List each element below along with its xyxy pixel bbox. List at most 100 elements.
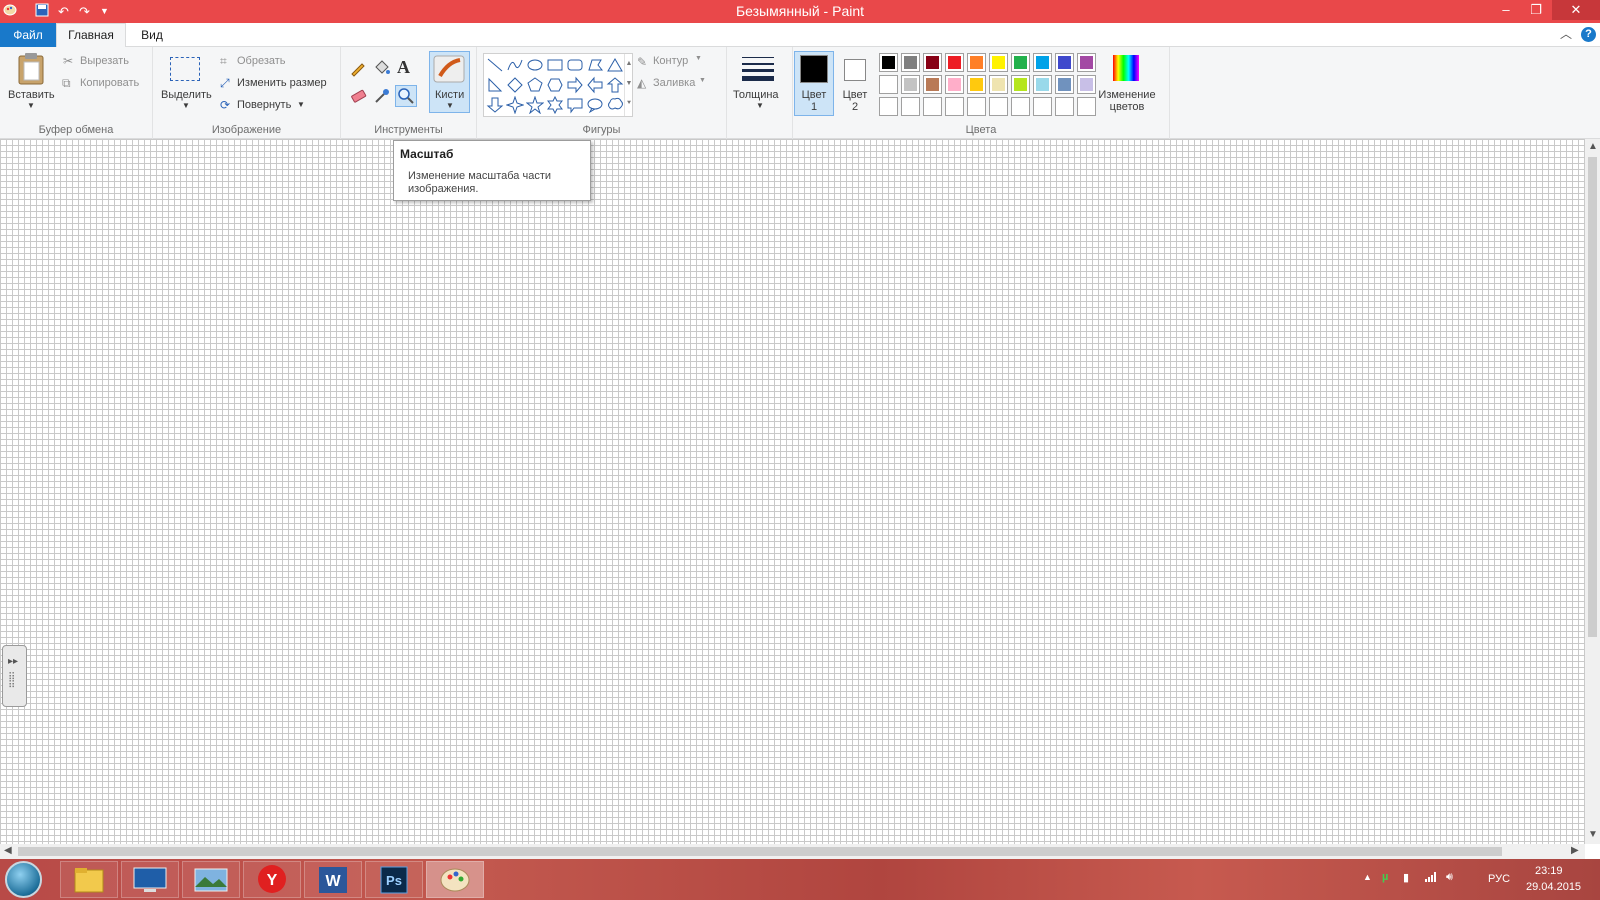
photoshop-taskbar-icon[interactable]: Ps — [365, 861, 423, 898]
paste-icon[interactable] — [15, 52, 47, 89]
minimize-button[interactable]: ‒ — [1492, 0, 1520, 20]
scroll-down-icon[interactable]: ▼ — [1588, 829, 1598, 840]
scroll-up-icon[interactable]: ▲ — [1588, 141, 1598, 152]
palette-color-swatch[interactable] — [989, 75, 1008, 94]
word-taskbar-icon[interactable]: W — [304, 861, 362, 898]
palette-color-swatch[interactable] — [1011, 53, 1030, 72]
clock-date[interactable]: 29.04.2015 — [1526, 881, 1581, 893]
size-dropdown-icon[interactable]: ▼ — [756, 101, 764, 110]
line-shape-icon[interactable] — [486, 56, 504, 74]
tab-view[interactable]: Вид — [130, 23, 174, 47]
palette-color-swatch[interactable] — [945, 53, 964, 72]
tab-home[interactable]: Главная — [56, 23, 126, 48]
left-arrow-shape-icon[interactable] — [586, 76, 604, 94]
edit-colors-button[interactable]: Изменение цветов — [1097, 89, 1157, 113]
shapes-scroll[interactable]: ▲ ▼ ⯆ — [624, 54, 633, 116]
explorer-taskbar-icon[interactable] — [60, 861, 118, 898]
pentagon-shape-icon[interactable] — [526, 76, 544, 94]
outline-button[interactable]: Контур — [653, 55, 688, 67]
horizontal-scrollbar[interactable]: ◀ ▶ — [0, 844, 1585, 859]
palette-color-swatch[interactable] — [1055, 53, 1074, 72]
yandex-browser-taskbar-icon[interactable]: Y — [243, 861, 301, 898]
resize-button[interactable]: Изменить размер — [237, 77, 327, 89]
palette-empty-swatch[interactable] — [1033, 97, 1052, 116]
polygon-shape-icon[interactable] — [586, 56, 604, 74]
utorrent-tray-icon[interactable]: µ — [1382, 871, 1388, 883]
eraser-icon[interactable] — [349, 87, 367, 108]
diamond-shape-icon[interactable] — [506, 76, 524, 94]
palette-color-swatch[interactable] — [945, 75, 964, 94]
magnifier-icon[interactable] — [395, 85, 417, 107]
palette-empty-swatch[interactable] — [967, 97, 986, 116]
palette-color-swatch[interactable] — [967, 75, 986, 94]
six-point-star-shape-icon[interactable] — [546, 96, 564, 114]
vertical-scroll-thumb[interactable] — [1588, 157, 1597, 637]
palette-color-swatch[interactable] — [1011, 75, 1030, 94]
color-picker-icon[interactable] — [373, 87, 391, 108]
palette-color-swatch[interactable] — [923, 75, 942, 94]
horizontal-scroll-thumb[interactable] — [18, 847, 1502, 856]
rounded-rectangle-shape-icon[interactable] — [566, 56, 584, 74]
pencil-icon[interactable] — [349, 59, 367, 80]
lenovo-taskbar-icon[interactable] — [121, 861, 179, 898]
color2-swatch[interactable] — [844, 59, 866, 81]
sidebar-toggle-handle[interactable]: ▸▸ ⠿ ⠿ — [2, 645, 27, 707]
palette-color-swatch[interactable] — [1033, 75, 1052, 94]
network-icon[interactable] — [1424, 871, 1438, 886]
palette-empty-swatch[interactable] — [945, 97, 964, 116]
cut-button[interactable]: Вырезать — [80, 55, 129, 67]
right-triangle-shape-icon[interactable] — [486, 76, 504, 94]
select-dropdown-icon[interactable]: ▼ — [182, 101, 190, 110]
photo-viewer-taskbar-icon[interactable] — [182, 861, 240, 898]
rotate-button[interactable]: Повернуть — [237, 99, 291, 111]
restore-button[interactable]: ❐ — [1522, 0, 1550, 20]
palette-color-swatch[interactable] — [1033, 53, 1052, 72]
five-point-star-shape-icon[interactable] — [526, 96, 544, 114]
palette-empty-swatch[interactable] — [1011, 97, 1030, 116]
four-point-star-shape-icon[interactable] — [506, 96, 524, 114]
right-arrow-shape-icon[interactable] — [566, 76, 584, 94]
palette-color-swatch[interactable] — [879, 75, 898, 94]
fill-button[interactable]: Заливка — [653, 77, 695, 89]
oval-shape-icon[interactable] — [526, 56, 544, 74]
rect-callout-shape-icon[interactable] — [566, 96, 584, 114]
palette-color-swatch[interactable] — [1077, 53, 1096, 72]
scroll-left-icon[interactable]: ◀ — [4, 845, 12, 856]
tab-file[interactable]: Файл — [0, 23, 56, 47]
palette-color-swatch[interactable] — [1077, 75, 1096, 94]
palette-color-swatch[interactable] — [989, 53, 1008, 72]
hexagon-shape-icon[interactable] — [546, 76, 564, 94]
curve-shape-icon[interactable] — [506, 56, 524, 74]
copy-button[interactable]: Копировать — [80, 77, 139, 89]
language-indicator[interactable]: РУС — [1488, 873, 1510, 885]
palette-color-swatch[interactable] — [879, 53, 898, 72]
palette-color-swatch[interactable] — [901, 75, 920, 94]
collapse-ribbon-icon[interactable]: ︿ — [1560, 25, 1572, 42]
cloud-callout-shape-icon[interactable] — [606, 96, 624, 114]
paint-taskbar-icon[interactable] — [426, 861, 484, 898]
vertical-scrollbar[interactable]: ▲ ▼ — [1585, 139, 1600, 844]
palette-empty-swatch[interactable] — [923, 97, 942, 116]
palette-empty-swatch[interactable] — [901, 97, 920, 116]
line-thickness-icon[interactable] — [741, 55, 775, 86]
oval-callout-shape-icon[interactable] — [586, 96, 604, 114]
palette-empty-swatch[interactable] — [879, 97, 898, 116]
crop-button[interactable]: Обрезать — [237, 55, 286, 67]
palette-empty-swatch[interactable] — [1077, 97, 1096, 116]
fill-icon[interactable] — [373, 59, 391, 80]
outline-dropdown-icon[interactable]: ▼ — [695, 55, 702, 62]
volume-icon[interactable]: 🔊︎ — [1446, 871, 1453, 884]
fill-dropdown-icon[interactable]: ▼ — [699, 77, 706, 84]
help-icon[interactable]: ? — [1581, 27, 1596, 42]
triangle-shape-icon[interactable] — [606, 56, 624, 74]
palette-color-swatch[interactable] — [923, 53, 942, 72]
palette-color-swatch[interactable] — [901, 53, 920, 72]
palette-empty-swatch[interactable] — [989, 97, 1008, 116]
clock-time[interactable]: 23:19 — [1535, 865, 1563, 877]
drawing-canvas[interactable] — [0, 139, 1585, 844]
select-icon[interactable] — [170, 57, 200, 81]
close-button[interactable]: ✕ — [1552, 0, 1600, 20]
paste-button[interactable]: Вставить — [8, 89, 55, 101]
paste-dropdown-icon[interactable]: ▼ — [27, 101, 35, 110]
rectangle-shape-icon[interactable] — [546, 56, 564, 74]
